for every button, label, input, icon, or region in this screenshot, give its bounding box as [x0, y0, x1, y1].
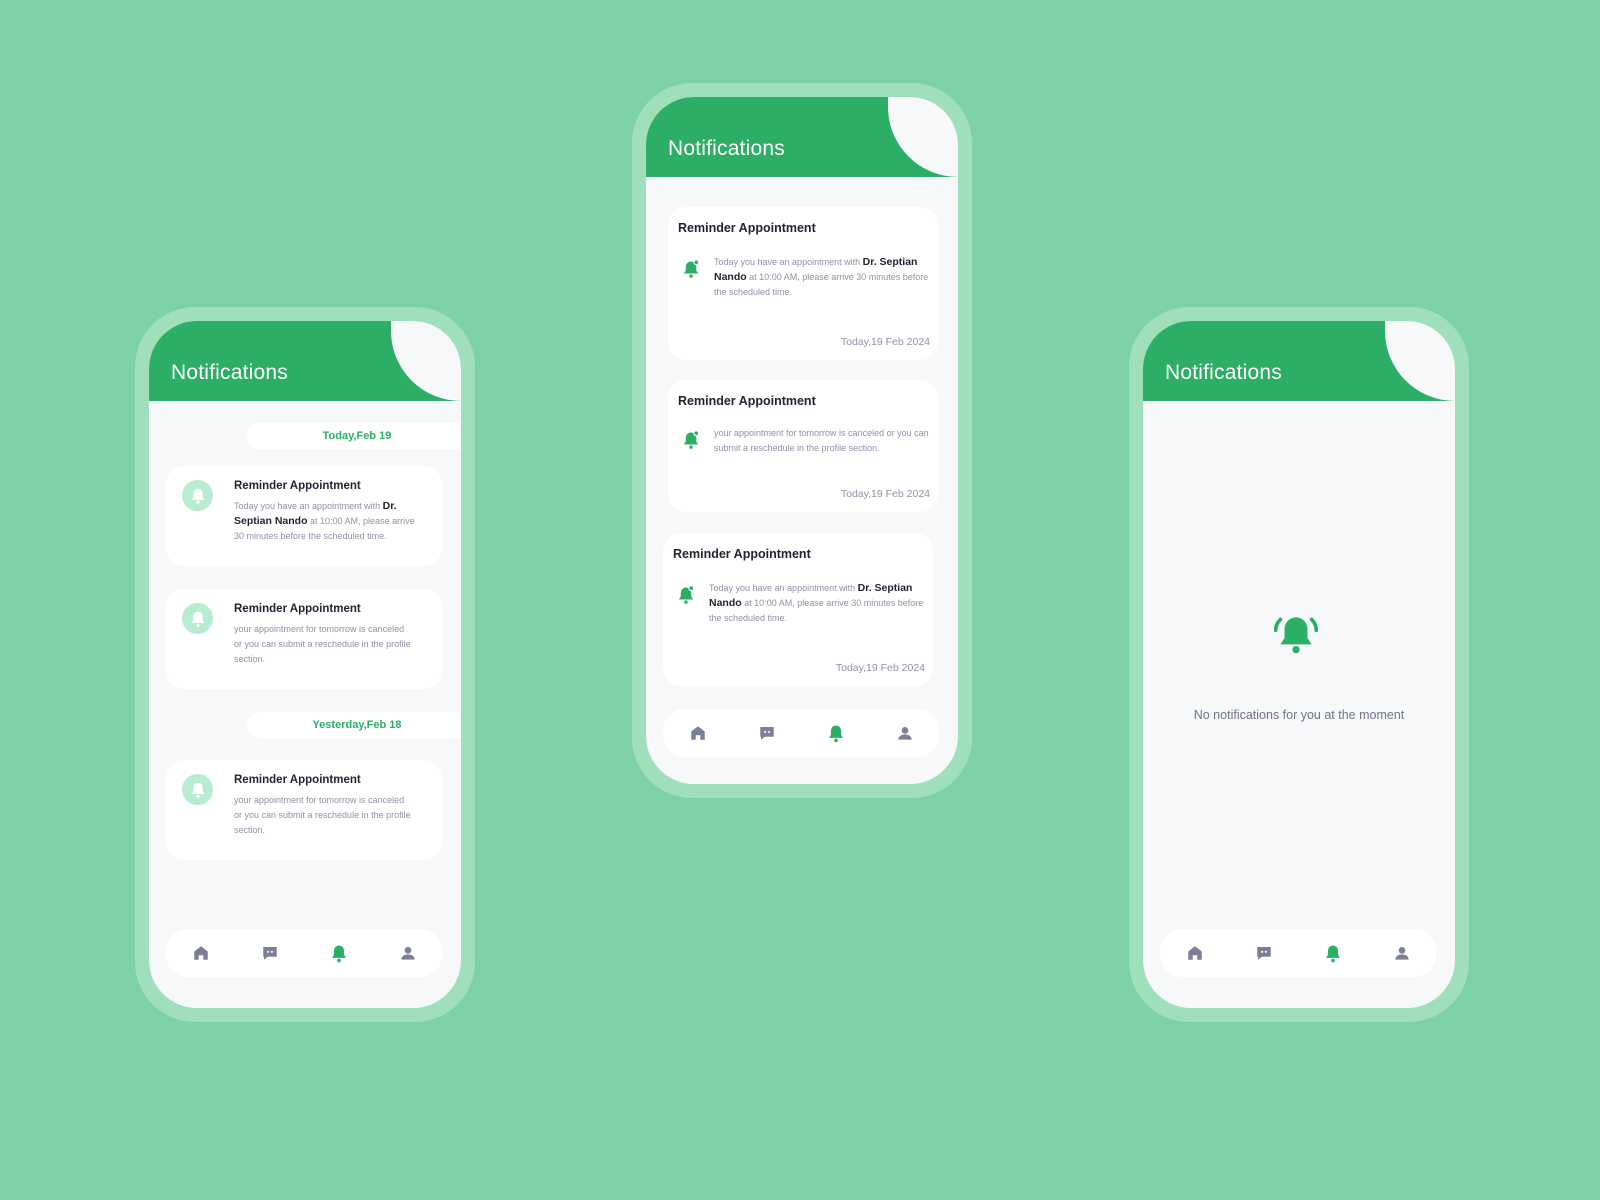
ringing-bell-icon [1273, 617, 1319, 654]
chat-icon [759, 727, 774, 740]
bell-icon [191, 782, 204, 798]
nav-chat[interactable] [1249, 938, 1279, 968]
page-title: Notifications [668, 137, 785, 160]
nav-profile[interactable] [1387, 938, 1417, 968]
nav-notifications[interactable] [821, 718, 851, 748]
notification-title: Reminder Appointment [673, 547, 811, 561]
profile-icon [897, 727, 912, 740]
notification-time: Today,19 Feb 2024 [840, 488, 930, 500]
profile-icon [1394, 947, 1409, 960]
notification-title: Reminder Appointment [678, 221, 816, 235]
nav-chat[interactable] [752, 718, 782, 748]
notification-card[interactable]: Reminder Appointment your appointment fo… [668, 380, 938, 512]
nav-home[interactable] [683, 718, 713, 748]
notification-card[interactable]: Reminder Appointment Today you have an a… [663, 533, 933, 686]
nav-chat[interactable] [255, 938, 285, 968]
notification-title: Reminder Appointment [234, 774, 361, 786]
phone-left: Notifications Today,Feb 19 Reminder Appo… [135, 307, 475, 1022]
notification-avatar [182, 774, 213, 805]
notification-title: Reminder Appointment [234, 603, 361, 615]
notification-body: your appointment for tomorrow is cancele… [234, 795, 411, 835]
nav-notifications[interactable] [324, 938, 354, 968]
page-title: Notifications [171, 361, 288, 384]
nav-profile[interactable] [890, 718, 920, 748]
bell-icon [1325, 944, 1340, 962]
nav-profile[interactable] [393, 938, 423, 968]
header: Notifications [1143, 321, 1455, 401]
chat-icon [1256, 947, 1271, 960]
notification-card[interactable]: Reminder Appointment Today you have an a… [166, 466, 442, 566]
page-title: Notifications [1165, 361, 1282, 384]
bell-dot-icon [678, 585, 695, 604]
home-icon [193, 946, 208, 960]
bell-icon [828, 724, 843, 742]
empty-state-message: No notifications for you at the moment [1193, 708, 1405, 722]
notification-title: Reminder Appointment [678, 394, 816, 408]
date-separator: Today,Feb 19 [247, 423, 461, 449]
notification-avatar [182, 603, 213, 634]
nav-notifications[interactable] [1318, 938, 1348, 968]
notification-time: Today,19 Feb 2024 [835, 662, 925, 674]
header: Notifications [149, 321, 461, 401]
notification-body: Today you have an appointment with Dr. S… [709, 582, 924, 623]
chat-icon [262, 947, 277, 960]
bottom-nav [166, 929, 442, 977]
notification-body: Today you have an appointment with Dr. S… [714, 256, 929, 297]
notification-body: your appointment for tomorrow is cancele… [714, 428, 929, 453]
notification-time: Today,19 Feb 2024 [840, 336, 930, 348]
notification-card[interactable]: Reminder Appointment your appointment fo… [166, 760, 442, 860]
bottom-nav [663, 709, 939, 757]
screen-left: Notifications Today,Feb 19 Reminder Appo… [149, 321, 461, 1008]
nav-home[interactable] [186, 938, 216, 968]
bell-dot-icon [683, 430, 700, 449]
notification-card[interactable]: Reminder Appointment your appointment fo… [166, 589, 442, 689]
screen-middle: Notifications Reminder Appointment Today… [646, 97, 958, 784]
home-icon [1187, 946, 1202, 960]
notification-card[interactable]: Reminder Appointment Today you have an a… [668, 207, 938, 360]
profile-icon [400, 947, 415, 960]
phone-right: Notifications No notifications for you a… [1129, 307, 1469, 1022]
screen-right: Notifications No notifications for you a… [1143, 321, 1455, 1008]
notification-title: Reminder Appointment [234, 480, 361, 492]
bell-dot-icon [683, 259, 700, 278]
date-separator: Yesterday,Feb 18 [247, 712, 461, 738]
bell-icon [191, 611, 204, 627]
notification-body: your appointment for tomorrow is cancele… [234, 624, 411, 664]
notification-body: Today you have an appointment with Dr. S… [234, 500, 415, 541]
nav-home[interactable] [1180, 938, 1210, 968]
notification-avatar [182, 480, 213, 511]
header: Notifications [646, 97, 958, 177]
bottom-nav [1160, 929, 1436, 977]
bell-icon [191, 488, 204, 504]
home-icon [690, 726, 705, 740]
phone-middle: Notifications Reminder Appointment Today… [632, 83, 972, 798]
bell-icon [331, 944, 346, 962]
